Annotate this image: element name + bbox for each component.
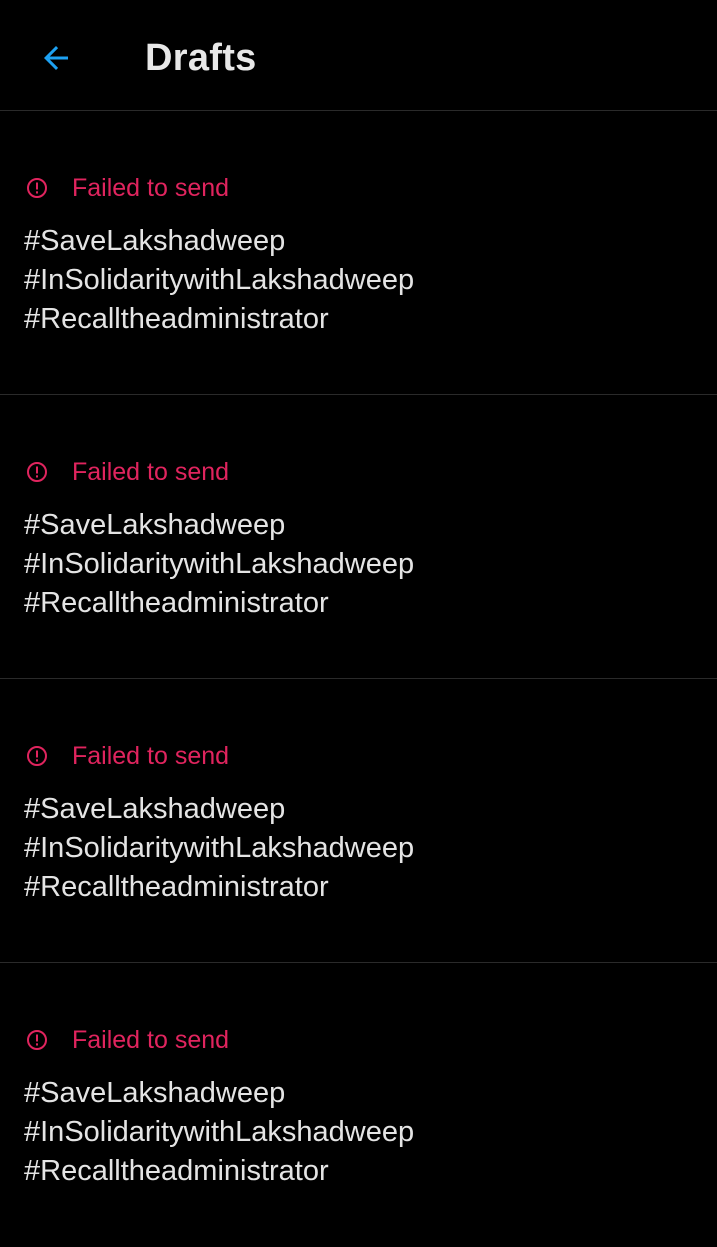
- draft-item[interactable]: Failed to send #SaveLakshadweep #InSolid…: [0, 111, 717, 395]
- app-bar: Drafts: [0, 0, 717, 111]
- error-circle-icon: [27, 1030, 47, 1050]
- status-text: Failed to send: [72, 742, 230, 770]
- error-circle-icon: [27, 746, 47, 766]
- draft-text: #SaveLakshadweep #InSolidaritywithLaksha…: [24, 793, 415, 903]
- draft-list: Failed to send #SaveLakshadweep #InSolid…: [0, 111, 717, 1247]
- status-row: Failed to send: [26, 1025, 229, 1055]
- status-row: Failed to send: [26, 741, 229, 771]
- draft-text: #SaveLakshadweep #InSolidaritywithLaksha…: [24, 225, 415, 335]
- error-circle-icon: [27, 178, 47, 198]
- back-button[interactable]: [28, 30, 84, 86]
- draft-text: #SaveLakshadweep #InSolidaritywithLaksha…: [24, 1077, 415, 1187]
- status-row: Failed to send: [26, 173, 229, 203]
- draft-text: #SaveLakshadweep #InSolidaritywithLaksha…: [24, 509, 415, 619]
- error-circle-icon: [27, 462, 47, 482]
- status-text: Failed to send: [72, 458, 230, 486]
- draft-item[interactable]: Failed to send #SaveLakshadweep #InSolid…: [0, 963, 717, 1247]
- draft-item[interactable]: Failed to send #SaveLakshadweep #InSolid…: [0, 679, 717, 963]
- page-title: Drafts: [145, 37, 257, 79]
- status-text: Failed to send: [72, 174, 230, 202]
- draft-item[interactable]: Failed to send #SaveLakshadweep #InSolid…: [0, 395, 717, 679]
- arrow-left-icon: [44, 46, 68, 70]
- status-text: Failed to send: [72, 1026, 230, 1054]
- status-row: Failed to send: [26, 457, 229, 487]
